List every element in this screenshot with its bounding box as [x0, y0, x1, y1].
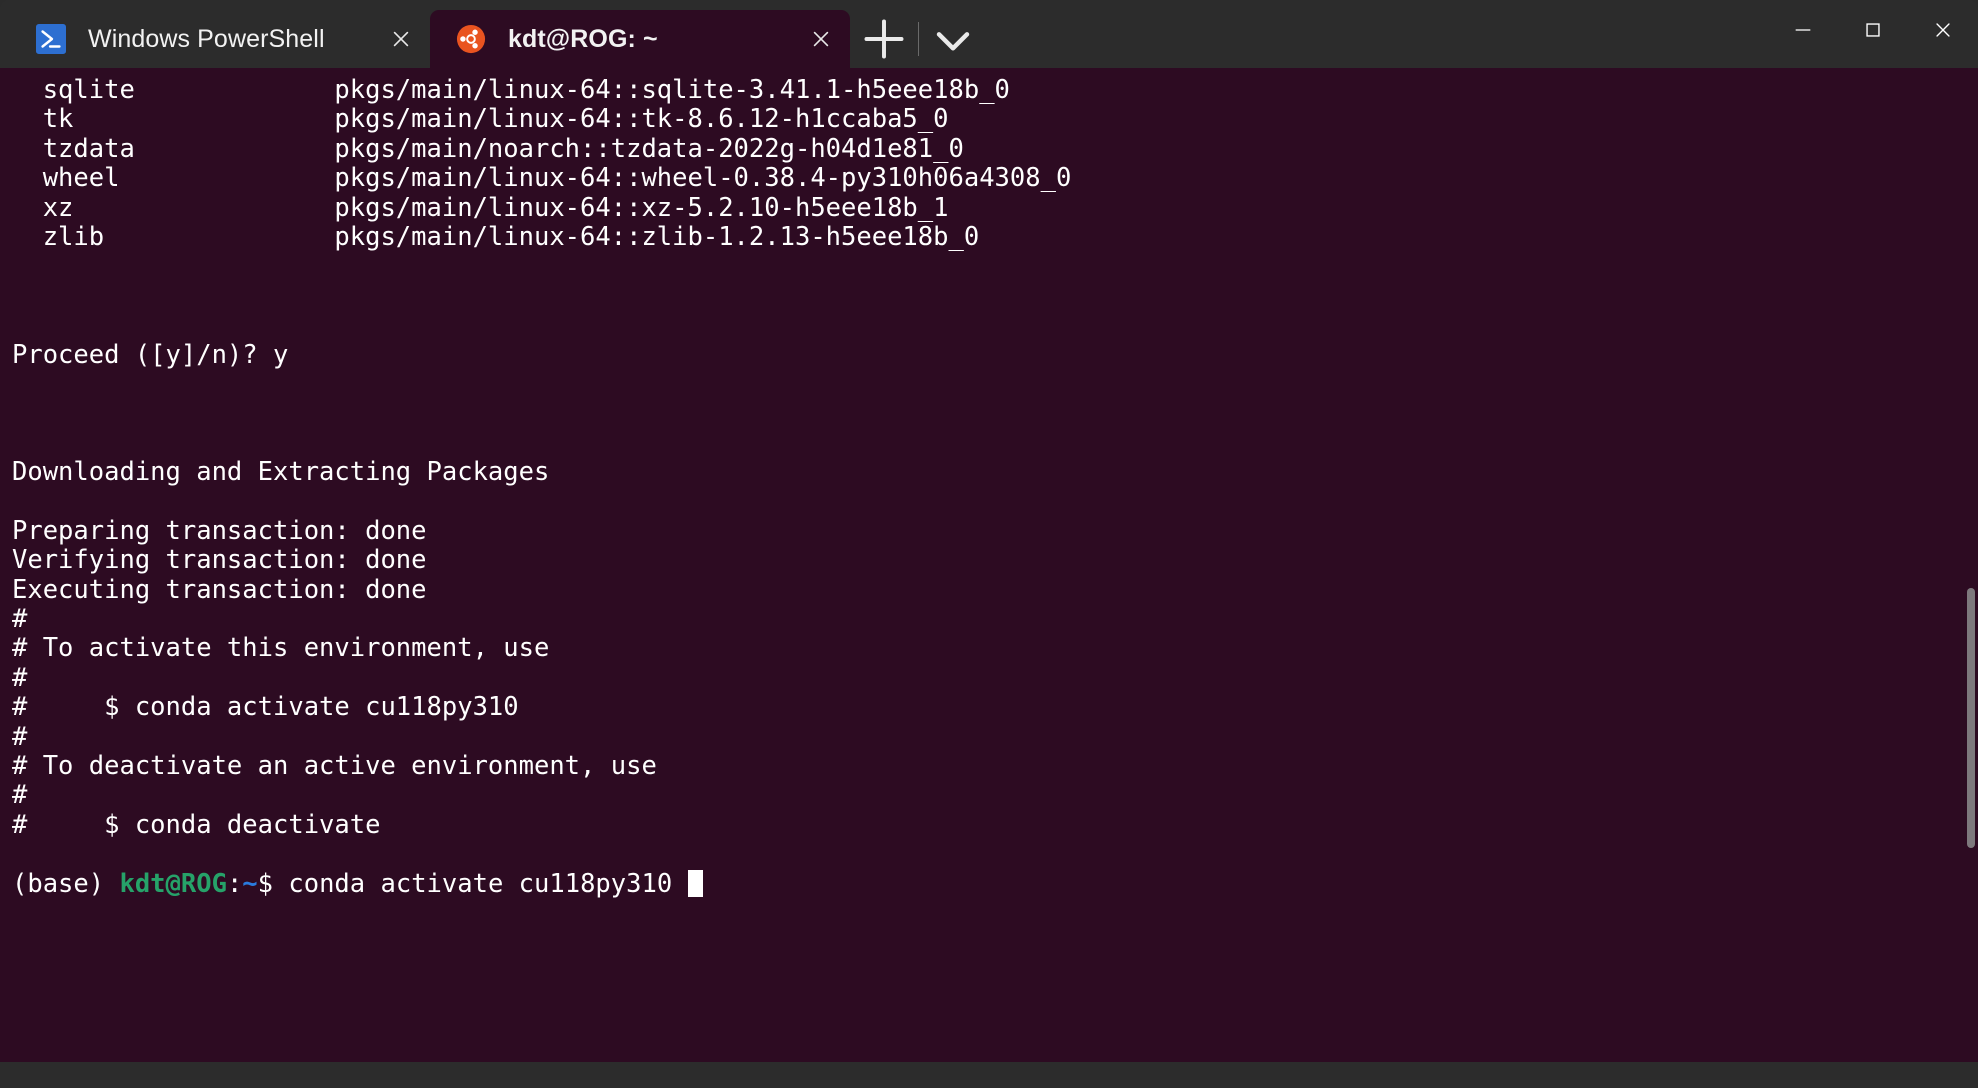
tab-windows-powershell[interactable]: Windows PowerShell: [10, 10, 430, 68]
terminal-line: # $ conda deactivate: [12, 809, 381, 840]
tab-close-icon[interactable]: [372, 10, 430, 68]
tab-strip: Windows PowerShell kdt@ROG: ~: [0, 0, 1768, 68]
terminal-line: tk pkgs/main/linux-64::tk-8.6.12-h1ccaba…: [12, 104, 949, 135]
window-controls: [1768, 0, 1978, 68]
terminal-line: Downloading and Extracting Packages: [12, 457, 550, 488]
tab-title: Windows PowerShell: [88, 24, 325, 53]
prompt-dollar: $: [257, 868, 289, 899]
text-cursor: [687, 869, 703, 897]
scrollbar-thumb[interactable]: [1967, 588, 1975, 848]
ubuntu-icon: [456, 24, 486, 54]
terminal-screen: sqlite pkgs/main/linux-64::sqlite-3.41.1…: [12, 75, 1978, 899]
terminal-line: tzdata pkgs/main/noarch::tzdata-2022g-h0…: [12, 133, 964, 164]
powershell-icon: [36, 24, 66, 54]
terminal-line: zlib pkgs/main/linux-64::zlib-1.2.13-h5e…: [12, 221, 980, 252]
prompt-command-text: conda activate cu118py310: [288, 868, 688, 899]
toolbar-divider: [918, 22, 919, 56]
prompt-user-host: kdt@ROG: [119, 868, 227, 899]
terminal-line: #: [12, 662, 28, 693]
window-bottom-bar: [0, 1062, 1978, 1088]
terminal-line: Executing transaction: done: [12, 574, 427, 605]
terminal-window: Windows PowerShell kdt@ROG: ~ sqlite pkg…: [0, 0, 1978, 1088]
new-tab-button[interactable]: [856, 13, 912, 65]
terminal-line: Proceed ([y]/n)? y: [12, 339, 289, 370]
terminal-line: xz pkgs/main/linux-64::xz-5.2.10-h5eee18…: [12, 192, 949, 223]
terminal-line: Preparing transaction: done: [12, 515, 427, 546]
terminal-line: #: [12, 780, 28, 811]
terminal-line: # $ conda activate cu118py310: [12, 692, 519, 723]
chevron-down-icon[interactable]: [925, 13, 981, 65]
terminal-line: Verifying transaction: done: [12, 545, 427, 576]
prompt-colon: :: [226, 868, 243, 899]
prompt-path: ~: [242, 868, 258, 899]
close-button[interactable]: [1908, 0, 1978, 60]
prompt-conda-env: (base): [12, 868, 120, 899]
terminal-prompt-line: (base) kdt@ROG:~$ conda activate cu118py…: [12, 868, 1978, 899]
tab-title: kdt@ROG: ~: [508, 24, 658, 53]
terminal-pane[interactable]: sqlite pkgs/main/linux-64::sqlite-3.41.1…: [0, 68, 1978, 1062]
terminal-scrollbar[interactable]: [1966, 68, 1976, 1062]
minimize-button[interactable]: [1768, 0, 1838, 60]
new-tab-group: [850, 10, 981, 68]
tab-close-icon[interactable]: [792, 10, 850, 68]
terminal-line: #: [12, 721, 28, 752]
terminal-line: sqlite pkgs/main/linux-64::sqlite-3.41.1…: [12, 75, 1010, 105]
title-bar: Windows PowerShell kdt@ROG: ~: [0, 0, 1978, 68]
terminal-line: # To activate this environment, use: [12, 633, 550, 664]
terminal-line: wheel pkgs/main/linux-64::wheel-0.38.4-p…: [12, 163, 1072, 194]
terminal-line: #: [12, 604, 28, 635]
terminal-line: # To deactivate an active environment, u…: [12, 750, 657, 781]
tab-ubuntu-kdt-rog[interactable]: kdt@ROG: ~: [430, 10, 850, 68]
maximize-button[interactable]: [1838, 0, 1908, 60]
